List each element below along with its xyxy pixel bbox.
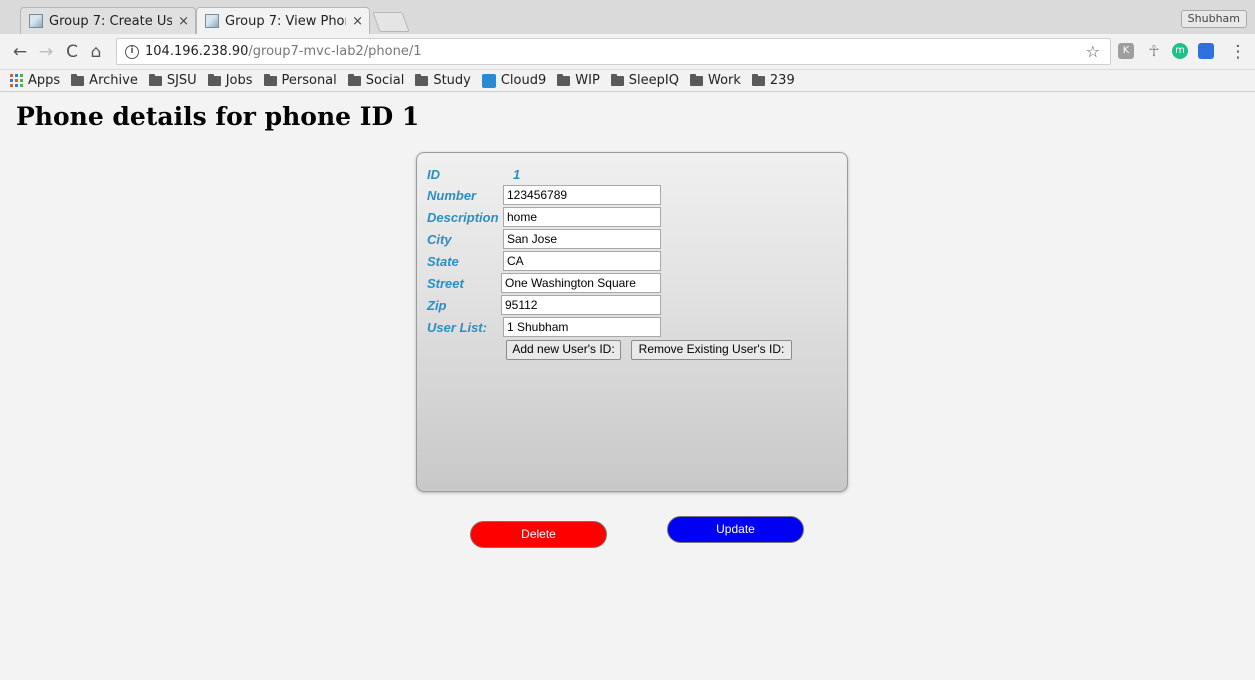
description-label: Description	[427, 209, 499, 225]
userlist-row: User List:	[427, 317, 487, 337]
state-label: State	[427, 253, 459, 269]
delete-button[interactable]: Delete	[470, 521, 607, 548]
browser-toolbar: ← → C ⌂ i 104.196.238.90/group7-mvc-lab2…	[0, 34, 1255, 70]
page-favicon-icon	[205, 14, 219, 28]
bookmark-study[interactable]: Study	[415, 73, 471, 88]
bookmark-label: Archive	[89, 73, 138, 88]
bookmark-sjsu[interactable]: SJSU	[148, 73, 197, 88]
bookmark-wip[interactable]: WIP	[557, 73, 600, 88]
number-label: Number	[427, 187, 477, 203]
folder-icon	[263, 73, 277, 86]
city-label: City	[427, 231, 452, 247]
number-row: Number	[427, 185, 476, 205]
folder-icon	[751, 73, 765, 86]
bookmark-personal[interactable]: Personal	[263, 73, 337, 88]
new-tab-button[interactable]	[372, 12, 410, 32]
folder-icon	[71, 73, 85, 86]
tab-view-phone[interactable]: Group 7: View Phon ×	[196, 7, 370, 34]
zip-row: Zip	[427, 295, 447, 315]
bookmark-label: Personal	[281, 73, 337, 88]
url-path: /group7-mvc-lab2/phone/1	[248, 44, 422, 59]
state-row: State	[427, 251, 459, 271]
city-field[interactable]: San Jose	[503, 229, 661, 249]
bookmark-apps[interactable]: Apps	[10, 73, 60, 88]
page-content: Phone details for phone ID 1 ID 1 Number…	[8, 92, 1255, 680]
bookmark-label: Study	[433, 73, 471, 88]
bookmark-label: Apps	[28, 73, 61, 88]
bookmark-sleepiq[interactable]: SleepIQ	[610, 73, 679, 88]
bookmark-label: Cloud9	[500, 73, 547, 88]
id-label: ID	[427, 166, 440, 182]
extension-icon[interactable]: K	[1118, 43, 1134, 59]
id-row: ID 1	[427, 164, 520, 184]
cloud9-icon	[481, 73, 496, 88]
bookmark-star-icon[interactable]: ☆	[1086, 42, 1100, 61]
city-row: City	[427, 229, 452, 249]
zip-field[interactable]: 95112	[501, 295, 661, 315]
bookmark-label: Social	[365, 73, 405, 88]
apps-grid-icon	[10, 74, 23, 87]
number-field[interactable]: 123456789	[503, 185, 661, 205]
bookmark-label: SleepIQ	[628, 73, 679, 88]
extension-ankh-icon[interactable]: ☥	[1146, 43, 1162, 59]
tab-title: Group 7: View Phon	[225, 13, 347, 29]
bookmark-jobs[interactable]: Jobs	[207, 73, 253, 88]
bookmark-label: Jobs	[225, 73, 253, 88]
bookmark-label: WIP	[575, 73, 600, 88]
back-arrow-icon[interactable]: ←	[10, 42, 30, 62]
extension-m-icon[interactable]: m	[1172, 43, 1188, 59]
tab-create-user[interactable]: Group 7: Create Use ×	[20, 7, 196, 34]
extension-blue-icon[interactable]	[1198, 43, 1214, 59]
home-icon[interactable]: ⌂	[86, 42, 106, 62]
menu-kebab-icon[interactable]: ⋮	[1228, 42, 1248, 62]
reload-icon[interactable]: C	[62, 42, 82, 62]
tab-close-icon[interactable]: ×	[178, 14, 189, 29]
tab-strip: Group 7: Create Use × Group 7: View Phon…	[0, 0, 1255, 34]
bookmark-label: Work	[707, 73, 741, 88]
folder-icon	[610, 73, 624, 86]
userlist-label: User List:	[427, 319, 487, 335]
bookmark-work[interactable]: Work	[689, 73, 741, 88]
bookmark-label: SJSU	[166, 73, 197, 88]
folder-icon	[689, 73, 703, 86]
street-row: Street	[427, 273, 464, 293]
zip-label: Zip	[427, 297, 447, 313]
description-field[interactable]: home	[503, 207, 661, 227]
street-field[interactable]: One Washington Square	[501, 273, 661, 293]
folder-icon	[415, 73, 429, 86]
folder-icon	[347, 73, 361, 86]
phone-details-card: ID 1 Number 123456789 Description home C…	[416, 152, 848, 492]
tab-close-icon[interactable]: ×	[352, 14, 363, 29]
tab-title: Group 7: Create Use	[49, 13, 173, 29]
folder-icon	[557, 73, 571, 86]
site-info-icon[interactable]: i	[125, 44, 139, 59]
folder-icon	[148, 73, 162, 86]
address-bar[interactable]: i 104.196.238.90/group7-mvc-lab2/phone/1…	[116, 38, 1111, 65]
bookmark-cloud9[interactable]: Cloud9	[481, 73, 547, 88]
bookmark-label: 239	[769, 73, 795, 88]
page-favicon-icon	[29, 14, 43, 28]
bookmark-archive[interactable]: Archive	[71, 73, 138, 88]
page-title: Phone details for phone ID 1	[16, 102, 420, 131]
bookmarks-bar: Apps Archive SJSU Jobs Personal Social S…	[0, 70, 1255, 92]
state-field[interactable]: CA	[503, 251, 661, 271]
description-row: Description	[427, 207, 499, 227]
forward-arrow-icon[interactable]: →	[36, 42, 56, 62]
id-value: 1	[513, 166, 521, 182]
url-host: 104.196.238.90	[145, 44, 249, 59]
add-user-button[interactable]: Add new User's ID:	[506, 340, 621, 360]
bookmark-social[interactable]: Social	[347, 73, 405, 88]
street-label: Street	[427, 275, 464, 291]
userlist-field[interactable]: 1 Shubham	[503, 317, 661, 337]
remove-user-button[interactable]: Remove Existing User's ID:	[631, 340, 792, 360]
profile-button[interactable]: Shubham	[1180, 10, 1247, 28]
folder-icon	[207, 73, 221, 86]
update-button[interactable]: Update	[667, 516, 804, 543]
bookmark-239[interactable]: 239	[751, 73, 795, 88]
